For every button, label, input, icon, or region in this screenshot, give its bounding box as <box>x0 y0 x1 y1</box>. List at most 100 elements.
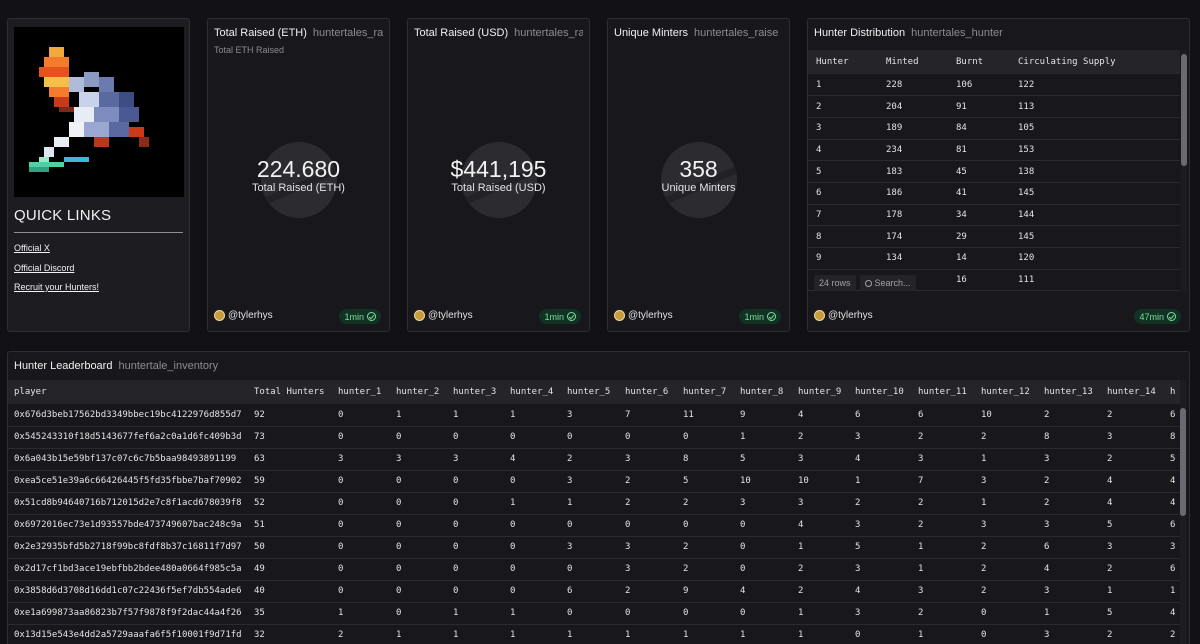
table-row[interactable]: 0x2d17cf1bd3ace19ebfbb2bdee480a0664f985c… <box>8 558 1184 581</box>
table-row[interactable]: 4 234 81 153 <box>808 139 1180 162</box>
vertical-scrollbar[interactable] <box>1181 50 1187 292</box>
table-cell: 0 <box>447 470 504 493</box>
table-cell: 1 <box>1101 580 1164 603</box>
table-row[interactable]: 0x3858d6d3708d16dd1c07c22436f5ef7db554ad… <box>8 580 1184 603</box>
table-cell: 3 <box>332 448 390 471</box>
card-title-text: Total Raised (USD) <box>414 27 509 39</box>
refresh-time: 1min <box>344 311 364 322</box>
column-header[interactable]: Circulating Supply <box>1010 50 1180 74</box>
refresh-time: 1min <box>544 311 564 322</box>
column-header[interactable]: hunter_5 <box>561 380 619 404</box>
column-header[interactable]: hunter_10 <box>849 380 912 404</box>
scrollbar-thumb[interactable] <box>1180 408 1186 516</box>
column-header[interactable]: Hunter <box>808 50 878 74</box>
author[interactable]: @tylerhys <box>214 310 273 321</box>
table-cell: 4 <box>504 448 561 471</box>
column-header[interactable]: hunter_2 <box>390 380 447 404</box>
card-title: Unique Minters huntertales_raise <box>614 27 783 39</box>
card-source[interactable]: huntertales_hunter <box>911 27 1003 39</box>
column-header[interactable]: Burnt <box>948 50 1010 74</box>
check-circle-icon <box>567 312 576 321</box>
search-placeholder: Search... <box>874 278 911 288</box>
table-cell: 8 <box>1038 426 1101 449</box>
card-source[interactable]: huntertales_raise <box>694 27 778 39</box>
official-x-link[interactable]: Official X <box>14 243 50 253</box>
refresh-time: 1min <box>744 311 764 322</box>
table-cell: 3 <box>619 448 677 471</box>
scrollbar-thumb[interactable] <box>1181 54 1187 166</box>
table-row[interactable]: 7 178 34 144 <box>808 204 1180 227</box>
column-header[interactable]: hunter_14 <box>1101 380 1164 404</box>
author[interactable]: @tylerhys <box>814 310 873 321</box>
refresh-badge[interactable]: 1min <box>739 309 781 324</box>
column-header[interactable]: hunter_7 <box>677 380 734 404</box>
table-row[interactable]: 0x2e32935bfd5b2718f99bc8fdf8b37c16811f7d… <box>8 536 1184 559</box>
column-header[interactable]: hunter_12 <box>975 380 1038 404</box>
column-header[interactable]: player <box>8 380 248 404</box>
refresh-badge[interactable]: 1min <box>539 309 581 324</box>
column-header[interactable]: hunter_13 <box>1038 380 1101 404</box>
column-header[interactable]: hunter_8 <box>734 380 792 404</box>
column-header[interactable]: Total Hunters <box>248 380 332 404</box>
table-cell: 2 <box>792 558 849 581</box>
table-row[interactable]: 0x6a043b15e59bf137c07c6c7b5baa9849389119… <box>8 448 1184 471</box>
table-cell: 5 <box>734 448 792 471</box>
table-row[interactable]: 2 204 91 113 <box>808 95 1180 118</box>
table-row[interactable]: 0xe1a699873aa86823b7f57f9878f9f2dac44a4f… <box>8 602 1184 625</box>
check-circle-icon <box>367 312 376 321</box>
card-source[interactable]: huntertales_raise <box>313 27 383 39</box>
author[interactable]: @tylerhys <box>614 310 673 321</box>
author[interactable]: @tylerhys <box>414 310 473 321</box>
table-row[interactable]: 1 228 106 122 <box>808 74 1180 97</box>
refresh-badge[interactable]: 1min <box>339 309 381 324</box>
table-cell: 0 <box>447 514 504 537</box>
column-header[interactable]: hunter_1 <box>332 380 390 404</box>
table-cell: 1 <box>390 404 447 427</box>
table-row[interactable]: 0x676d3beb17562bd3349bbec19bc4122976d855… <box>8 404 1184 427</box>
table-cell: 1 <box>792 624 849 644</box>
table-row[interactable]: 6 186 41 145 <box>808 182 1180 205</box>
avatar <box>414 310 425 321</box>
table-cell: 7 <box>912 470 975 493</box>
table-cell: 2 <box>1101 624 1164 644</box>
table-row[interactable]: 0x545243310f18d5143677fef6a2c0a1d6fc409b… <box>8 426 1184 449</box>
official-discord-link[interactable]: Official Discord <box>14 263 74 273</box>
card-source[interactable]: huntertale_inventory <box>118 360 218 372</box>
table-row[interactable]: 5 183 45 138 <box>808 160 1180 183</box>
column-header[interactable]: hunter_4 <box>504 380 561 404</box>
column-header[interactable]: hunter_6 <box>619 380 677 404</box>
table-cell: 2 <box>332 624 390 644</box>
column-header[interactable]: Minted <box>878 50 948 74</box>
table-cell: 2 <box>912 602 975 625</box>
counter-value: 224.680 <box>256 156 341 182</box>
table-cell: 6 <box>912 404 975 427</box>
author-name: @tylerhys <box>628 310 673 321</box>
column-header[interactable]: hunter_9 <box>792 380 849 404</box>
table-row[interactable]: 9 134 14 120 <box>808 247 1180 270</box>
card-source[interactable]: huntertales_raise <box>514 27 583 39</box>
vertical-scrollbar[interactable] <box>1180 380 1186 644</box>
table-cell: 3 <box>792 448 849 471</box>
table-row[interactable]: 0x51cd8b94640716b712015d2e7c8f1acd678039… <box>8 492 1184 515</box>
table-cell: 0 <box>447 580 504 603</box>
table-row[interactable]: 0xea5ce51e39a6c66426445f5fd35fbbe7baf709… <box>8 470 1184 493</box>
table-row[interactable]: 0x13d15e543e4dd2a5729aaafa6f5f10001f9d71… <box>8 624 1184 644</box>
table-cell: 91 <box>948 95 1010 118</box>
table-cell: 3 <box>1038 514 1101 537</box>
column-header[interactable]: hunter_11 <box>912 380 975 404</box>
table-row[interactable]: 8 174 29 145 <box>808 225 1180 248</box>
table-row[interactable]: 3 189 84 105 <box>808 117 1180 140</box>
table-cell: 7 <box>808 204 878 227</box>
table-cell: 84 <box>948 117 1010 140</box>
column-header[interactable]: hunter_3 <box>447 380 504 404</box>
search-input[interactable]: Search... <box>859 275 916 291</box>
table-cell: 0 <box>390 580 447 603</box>
refresh-badge[interactable]: 47min <box>1134 309 1181 324</box>
card-footer: @tylerhys 1min <box>614 309 781 325</box>
table-row[interactable]: 0x6972016ec73e1d93557bde473749607bac248c… <box>8 514 1184 537</box>
table-cell: 5 <box>808 160 878 183</box>
table-cell: 1 <box>1038 602 1101 625</box>
recruit-hunters-link[interactable]: Recruit your Hunters! <box>14 282 99 292</box>
table-cell: 111 <box>1010 269 1180 292</box>
table-cell: 0x6972016ec73e1d93557bde473749607bac248c… <box>8 514 248 537</box>
